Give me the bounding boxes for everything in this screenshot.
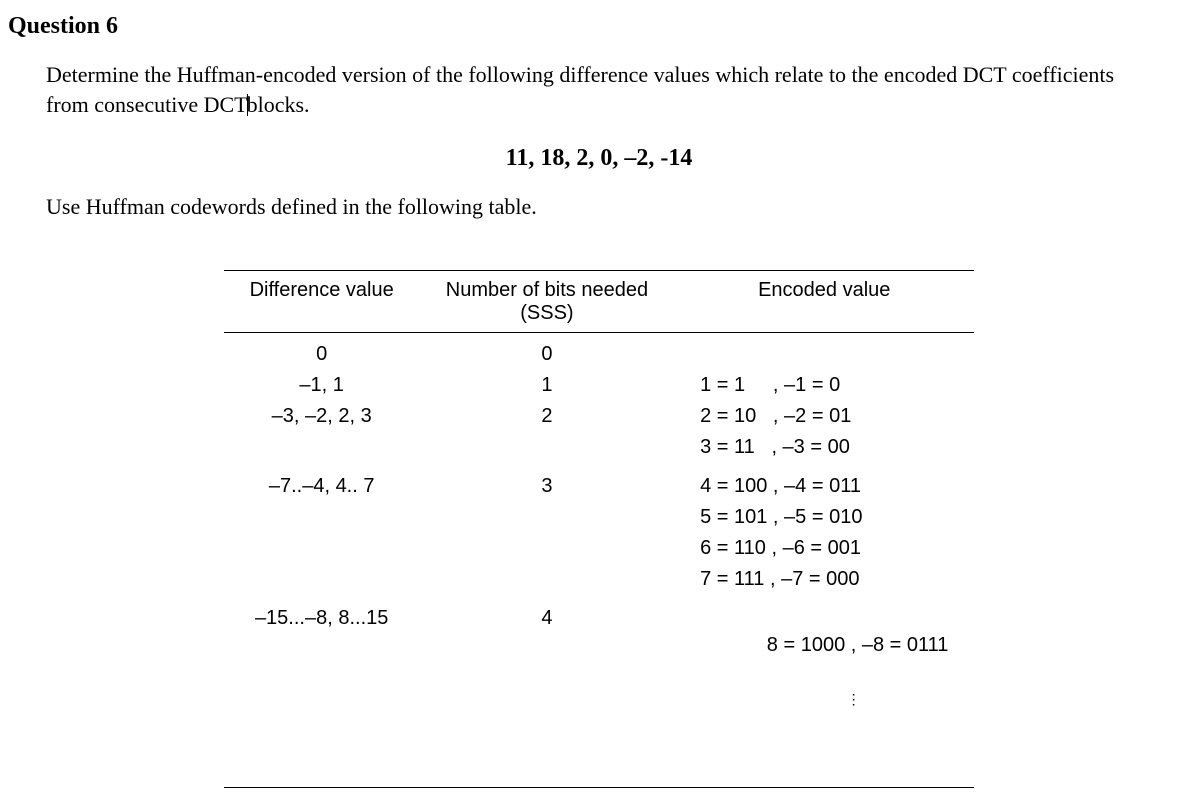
intro-text-2: blocks. <box>247 92 310 117</box>
cell-bits: 1 <box>420 370 674 401</box>
table-wrap: Difference value Number of bits needed (… <box>8 270 1190 788</box>
cell-diff <box>224 432 420 463</box>
table-row: 0 0 <box>224 333 975 371</box>
cell-bits <box>420 432 674 463</box>
cell-enc: 7 = 111 , –7 = 000 <box>674 564 974 595</box>
cell-bits: 4 <box>420 595 674 788</box>
cell-diff <box>224 533 420 564</box>
col-bits-line2: (SSS) <box>520 302 573 324</box>
vertical-ellipsis-icon: ⋮ <box>700 688 948 711</box>
table-row: –7..–4, 4.. 7 3 4 = 100 , –4 = 011 <box>224 463 975 502</box>
instruction-line: Use Huffman codewords defined in the fol… <box>46 192 1190 222</box>
huffman-table: Difference value Number of bits needed (… <box>224 270 975 788</box>
cell-diff: –7..–4, 4.. 7 <box>224 463 420 502</box>
cell-enc-text: 8 = 1000 , –8 = 0111 <box>767 634 949 656</box>
cell-enc: 4 = 100 , –4 = 011 <box>674 463 974 502</box>
col-diff-value: Difference value <box>224 270 420 332</box>
cell-enc: 3 = 11 , –3 = 00 <box>674 432 974 463</box>
cell-diff <box>224 564 420 595</box>
question-intro: Determine the Huffman-encoded version of… <box>46 60 1160 119</box>
cell-enc: 6 = 110 , –6 = 001 <box>674 533 974 564</box>
cell-enc: 8 = 1000 , –8 = 0111 ⋮ <box>674 595 974 788</box>
cell-bits <box>420 564 674 595</box>
cell-bits: 3 <box>420 463 674 502</box>
cell-enc <box>674 333 974 371</box>
cell-diff <box>224 502 420 533</box>
table-row: –1, 1 1 1 = 1 , –1 = 0 <box>224 370 975 401</box>
col-bits: Number of bits needed (SSS) <box>420 270 674 332</box>
table-row: 5 = 101 , –5 = 010 <box>224 502 975 533</box>
table-row: 6 = 110 , –6 = 001 <box>224 533 975 564</box>
cell-diff: –1, 1 <box>224 370 420 401</box>
difference-values: 11, 18, 2, 0, –2, -14 <box>8 142 1190 174</box>
cell-diff: 0 <box>224 333 420 371</box>
col-encoded: Encoded value <box>674 270 974 332</box>
cell-enc: 5 = 101 , –5 = 010 <box>674 502 974 533</box>
cell-bits: 0 <box>420 333 674 371</box>
table-row: 3 = 11 , –3 = 00 <box>224 432 975 463</box>
cell-diff: –3, –2, 2, 3 <box>224 401 420 432</box>
cell-diff: –15...–8, 8...15 <box>224 595 420 788</box>
cell-enc: 1 = 1 , –1 = 0 <box>674 370 974 401</box>
question-page: Question 6 Determine the Huffman-encoded… <box>0 0 1200 798</box>
cell-bits <box>420 502 674 533</box>
cell-bits <box>420 533 674 564</box>
question-heading: Question 6 <box>8 10 1190 42</box>
table-row: 7 = 111 , –7 = 000 <box>224 564 975 595</box>
cell-enc: 2 = 10 , –2 = 01 <box>674 401 974 432</box>
cell-bits: 2 <box>420 401 674 432</box>
col-bits-line1: Number of bits needed <box>446 279 648 301</box>
table-row: –3, –2, 2, 3 2 2 = 10 , –2 = 01 <box>224 401 975 432</box>
table-header-row: Difference value Number of bits needed (… <box>224 270 975 332</box>
table-row: –15...–8, 8...15 4 8 = 1000 , –8 = 0111 … <box>224 595 975 788</box>
intro-text-1: Determine the Huffman-encoded version of… <box>46 62 1114 117</box>
